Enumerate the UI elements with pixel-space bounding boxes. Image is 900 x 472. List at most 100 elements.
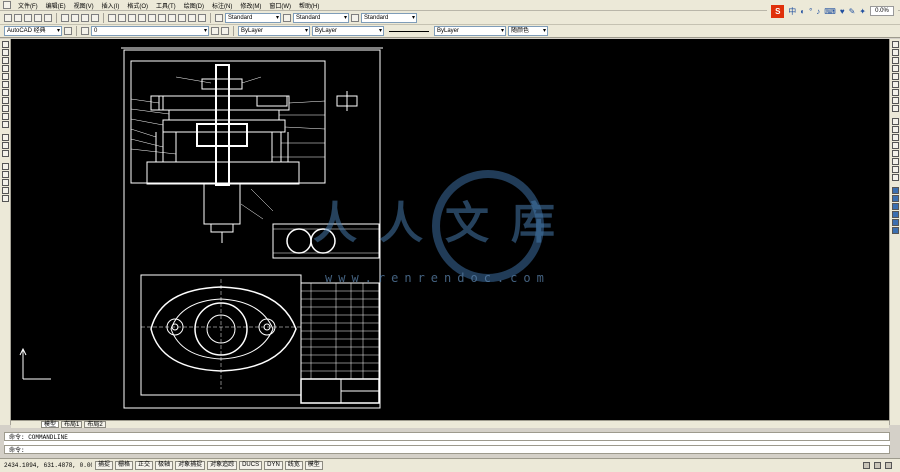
circle-icon[interactable] bbox=[1, 89, 9, 96]
ime-settings-icon[interactable]: ✦ bbox=[859, 7, 866, 16]
communication-center-icon[interactable] bbox=[863, 462, 870, 469]
break-icon[interactable] bbox=[891, 142, 899, 149]
status-toggle-button[interactable]: 栅格 bbox=[115, 461, 134, 470]
lineweight-select[interactable]: ByLayer bbox=[434, 26, 506, 36]
layer-manager-icon[interactable] bbox=[81, 27, 89, 35]
menu-item[interactable]: 工具(T) bbox=[152, 1, 180, 10]
scale-icon[interactable] bbox=[891, 97, 899, 104]
multiline-text-icon[interactable] bbox=[1, 195, 9, 202]
preview-icon[interactable] bbox=[44, 13, 52, 22]
hatch-icon[interactable] bbox=[1, 163, 9, 170]
cut-icon[interactable] bbox=[61, 13, 69, 22]
menu-item[interactable]: 绘图(D) bbox=[180, 1, 208, 10]
copy-icon[interactable] bbox=[71, 13, 79, 22]
spline-icon[interactable] bbox=[1, 105, 9, 112]
layer-lock-icon[interactable] bbox=[891, 219, 899, 226]
ellipse-icon[interactable] bbox=[1, 113, 9, 120]
polyline-icon[interactable] bbox=[1, 57, 9, 64]
menu-item[interactable]: 帮助(H) bbox=[295, 1, 323, 10]
trim-icon[interactable] bbox=[891, 118, 899, 125]
insert-block-icon[interactable] bbox=[1, 134, 9, 141]
menu-item[interactable]: 窗口(W) bbox=[265, 1, 295, 10]
line-icon[interactable] bbox=[1, 41, 9, 48]
ellipse-arc-icon[interactable] bbox=[1, 121, 9, 128]
app-menu-icon[interactable] bbox=[3, 1, 11, 9]
arc-icon[interactable] bbox=[1, 81, 9, 88]
help-icon[interactable] bbox=[198, 13, 206, 22]
layer-prop-icon[interactable] bbox=[891, 187, 899, 194]
new-file-icon[interactable] bbox=[4, 13, 12, 22]
polygon-icon[interactable] bbox=[1, 65, 9, 72]
workspace-settings-icon[interactable] bbox=[64, 27, 72, 35]
zoom-previous-icon[interactable] bbox=[158, 13, 166, 22]
menu-item[interactable]: 视图(V) bbox=[70, 1, 98, 10]
fillet-icon[interactable] bbox=[891, 166, 899, 173]
layer-match-icon[interactable] bbox=[891, 227, 899, 234]
drawing-canvas[interactable]: 人人文库 www.renrendoc.com bbox=[11, 39, 889, 420]
save-icon[interactable] bbox=[24, 13, 32, 22]
move-icon[interactable] bbox=[891, 81, 899, 88]
status-toggle-button[interactable]: 对象捕捉 bbox=[175, 461, 206, 470]
design-center-icon[interactable] bbox=[178, 13, 186, 22]
ime-voice-icon[interactable]: ♪ bbox=[816, 7, 820, 16]
break-at-point-icon[interactable] bbox=[891, 134, 899, 141]
construction-line-icon[interactable] bbox=[1, 49, 9, 56]
zoom-window-icon[interactable] bbox=[148, 13, 156, 22]
status-toggle-button[interactable]: 正交 bbox=[135, 461, 154, 470]
status-toggle-button[interactable]: 线宽 bbox=[284, 461, 303, 470]
layer-iso-icon[interactable] bbox=[891, 195, 899, 202]
extend-icon[interactable] bbox=[891, 126, 899, 133]
command-input[interactable]: 命令: bbox=[4, 445, 890, 454]
color-select[interactable]: ByLayer bbox=[238, 26, 310, 36]
rotate-icon[interactable] bbox=[891, 89, 899, 96]
mirror-icon[interactable] bbox=[891, 57, 899, 64]
linetype-select[interactable]: ByLayer bbox=[312, 26, 384, 36]
menu-item[interactable]: 格式(O) bbox=[123, 1, 152, 10]
region-icon[interactable] bbox=[1, 179, 9, 186]
menu-item[interactable]: 修改(M) bbox=[236, 1, 265, 10]
menu-item[interactable]: 文件(F) bbox=[14, 1, 42, 10]
chamfer-icon[interactable] bbox=[891, 158, 899, 165]
erase-icon[interactable] bbox=[891, 41, 899, 48]
sogou-logo-icon[interactable]: S bbox=[771, 4, 785, 18]
match-properties-icon[interactable] bbox=[91, 13, 99, 22]
lock-icon[interactable] bbox=[874, 462, 881, 469]
layout-tab[interactable]: 模型 bbox=[41, 421, 60, 428]
plot-style-select[interactable]: 随颜色 bbox=[508, 26, 548, 36]
menu-item[interactable]: 标注(N) bbox=[208, 1, 236, 10]
status-toggle-button[interactable]: 对象追踪 bbox=[207, 461, 238, 470]
dim-style-select[interactable]: Standard bbox=[293, 12, 349, 23]
menu-item[interactable]: 编辑(E) bbox=[42, 1, 70, 10]
rectangle-icon[interactable] bbox=[1, 73, 9, 80]
offset-icon[interactable] bbox=[891, 65, 899, 72]
status-toggle-button[interactable]: 模型 bbox=[304, 461, 323, 470]
pan-icon[interactable] bbox=[128, 13, 136, 22]
point-icon[interactable] bbox=[1, 150, 9, 157]
ime-punct-icon[interactable]: ◐ bbox=[800, 7, 805, 16]
layer-freeze-icon[interactable] bbox=[891, 203, 899, 210]
copy-object-icon[interactable] bbox=[891, 49, 899, 56]
ime-mode-icon[interactable]: 中 bbox=[788, 6, 796, 17]
status-toggle-button[interactable]: DUCS bbox=[239, 461, 263, 470]
tool-palettes-icon[interactable] bbox=[188, 13, 196, 22]
layer-previous-icon[interactable] bbox=[221, 27, 229, 35]
ime-fullwidth-icon[interactable]: ° bbox=[809, 7, 812, 16]
layer-off-icon[interactable] bbox=[891, 211, 899, 218]
table-icon[interactable] bbox=[1, 187, 9, 194]
layout-tab[interactable]: 布局2 bbox=[84, 421, 106, 428]
make-current-layer-icon[interactable] bbox=[211, 27, 219, 35]
ime-skin-icon[interactable]: ♥ bbox=[840, 7, 845, 16]
undo-icon[interactable] bbox=[108, 13, 116, 22]
status-toggle-button[interactable]: DYN bbox=[264, 461, 283, 470]
stretch-icon[interactable] bbox=[891, 105, 899, 112]
redo-icon[interactable] bbox=[118, 13, 126, 22]
ime-tools-icon[interactable]: ✎ bbox=[849, 7, 856, 16]
print-icon[interactable] bbox=[34, 13, 42, 22]
open-file-icon[interactable] bbox=[14, 13, 22, 22]
explode-icon[interactable] bbox=[891, 174, 899, 181]
table-style-select[interactable]: Standard bbox=[361, 12, 417, 23]
revision-cloud-icon[interactable] bbox=[1, 97, 9, 104]
status-toggle-button[interactable]: 捕捉 bbox=[95, 461, 114, 470]
workspace-select[interactable]: AutoCAD 经典 bbox=[4, 26, 62, 36]
gradient-icon[interactable] bbox=[1, 171, 9, 178]
